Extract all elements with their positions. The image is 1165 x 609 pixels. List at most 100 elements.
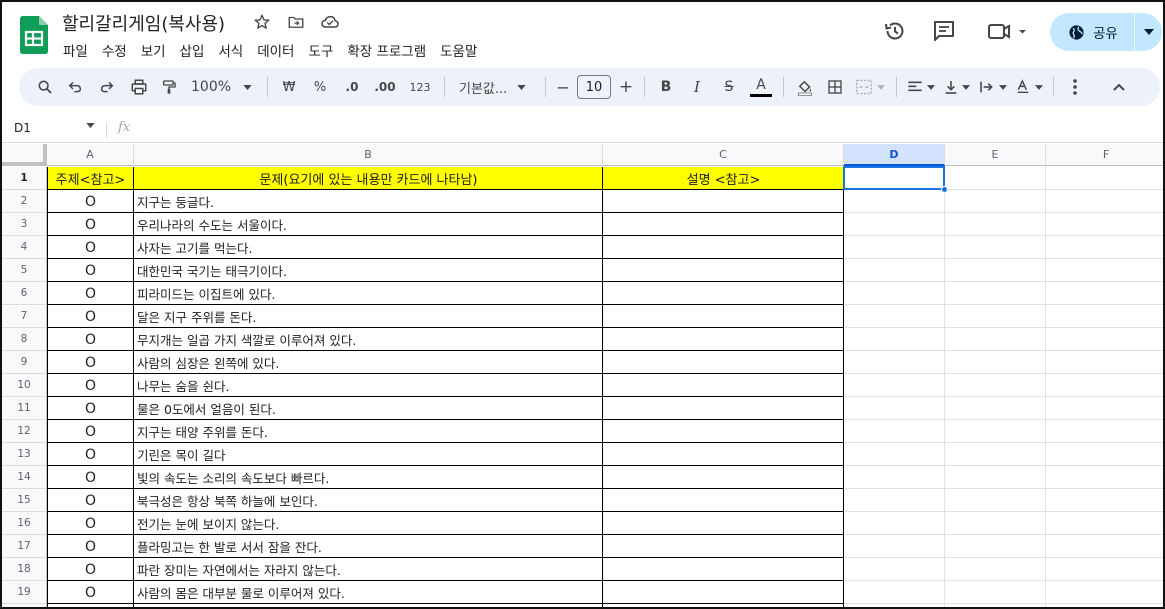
column-header-d[interactable]: D — [844, 144, 945, 166]
horizontal-align-icon[interactable] — [903, 73, 939, 101]
share-button[interactable]: 공유 — [1050, 13, 1162, 51]
cell-explanation[interactable] — [603, 351, 844, 374]
row-header-9[interactable]: 9 — [2, 351, 47, 374]
font-select[interactable]: 기본값... — [451, 73, 539, 101]
row-header-4[interactable]: 4 — [2, 236, 47, 259]
row-header-17[interactable]: 17 — [2, 535, 47, 558]
italic-button[interactable]: I — [681, 73, 713, 101]
cell-question[interactable]: 우리나라의 수도는 서울이다. — [137, 213, 600, 236]
cell-question[interactable]: 사람의 몸은 대부분 물로 이루어져 있다. — [137, 581, 600, 604]
cell-question[interactable]: 나무는 숨을 쉰다. — [137, 374, 600, 397]
bold-button[interactable]: B — [651, 73, 681, 101]
cell-explanation[interactable] — [603, 535, 844, 558]
share-dropdown[interactable] — [1135, 13, 1162, 51]
cell-answer[interactable]: O — [47, 443, 134, 466]
cell-question[interactable]: 무지개는 일곱 가지 색깔로 이루어져 있다. — [137, 328, 600, 351]
caret-down-icon[interactable] — [86, 123, 95, 128]
menu-tools[interactable]: 도구 — [307, 39, 340, 61]
font-size-field[interactable]: 10 — [577, 75, 611, 99]
menu-format[interactable]: 서식 — [217, 39, 250, 61]
video-call-icon[interactable] — [986, 19, 1030, 43]
cell-answer[interactable]: O — [47, 213, 134, 236]
borders-icon[interactable] — [820, 73, 850, 101]
cell-explanation[interactable] — [603, 466, 844, 489]
cell-explanation[interactable] — [603, 489, 844, 512]
cell-answer[interactable]: O — [47, 558, 134, 581]
star-icon[interactable] — [252, 12, 272, 32]
cell-answer[interactable]: O — [47, 420, 134, 443]
cell-question[interactable]: 빛의 속도는 소리의 속도보다 빠르다. — [137, 466, 600, 489]
cell-explanation[interactable] — [603, 213, 844, 236]
cell-question[interactable]: 지구는 둥글다. — [137, 190, 600, 213]
document-title[interactable]: 할리갈리게임(복사용) — [62, 10, 225, 36]
text-rotation-icon[interactable] — [1011, 73, 1047, 101]
name-box[interactable]: D1 — [14, 121, 31, 135]
row-header-2[interactable]: 2 — [2, 190, 47, 213]
column-header-e[interactable]: E — [945, 144, 1046, 166]
cell-answer[interactable]: O — [47, 374, 134, 397]
row-header-5[interactable]: 5 — [2, 259, 47, 282]
paint-format-icon[interactable] — [155, 73, 183, 101]
cell-answer[interactable]: O — [47, 466, 134, 489]
column-header-c[interactable]: C — [603, 144, 844, 166]
strikethrough-button[interactable]: S — [713, 73, 745, 101]
text-wrap-icon[interactable] — [975, 73, 1011, 101]
cell-answer[interactable]: O — [47, 305, 134, 328]
active-cell-d1[interactable] — [843, 166, 945, 190]
column-header-a[interactable]: A — [47, 144, 134, 166]
select-all-corner[interactable] — [2, 144, 47, 166]
cell-question[interactable]: 파란 장미는 자연에서는 자라지 않는다. — [137, 558, 600, 581]
merge-cells-icon[interactable] — [850, 73, 890, 101]
undo-icon[interactable] — [59, 73, 91, 101]
row-header-10[interactable]: 10 — [2, 374, 47, 397]
row-header-12[interactable]: 12 — [2, 420, 47, 443]
row-header-14[interactable]: 14 — [2, 466, 47, 489]
cell-question[interactable]: 북극성은 항상 북쪽 하늘에 보인다. — [137, 489, 600, 512]
row-header-19[interactable]: 19 — [2, 581, 47, 604]
cell-explanation[interactable] — [603, 236, 844, 259]
row-header-3[interactable]: 3 — [2, 213, 47, 236]
row-header-20[interactable] — [2, 604, 47, 607]
row-header-18[interactable]: 18 — [2, 558, 47, 581]
cell-answer[interactable]: O — [47, 535, 134, 558]
menu-extensions[interactable]: 확장 프로그램 — [346, 39, 433, 61]
comments-icon[interactable] — [932, 19, 956, 43]
header-cell-a[interactable]: 주제<참고> — [47, 167, 134, 190]
cell-question[interactable]: 사자는 고기를 먹는다. — [137, 236, 600, 259]
cell-answer[interactable]: O — [47, 489, 134, 512]
format-percent-button[interactable]: % — [304, 73, 336, 101]
cell-answer[interactable]: O — [47, 581, 134, 604]
font-size-increase-button[interactable]: + — [614, 73, 638, 101]
more-formats-button[interactable]: 123 — [402, 73, 438, 101]
cell-explanation[interactable] — [603, 420, 844, 443]
row-header-8[interactable]: 8 — [2, 328, 47, 351]
menu-insert[interactable]: 삽입 — [179, 39, 212, 61]
move-to-folder-icon[interactable] — [286, 12, 306, 32]
vertical-align-icon[interactable] — [939, 73, 975, 101]
print-icon[interactable] — [123, 73, 155, 101]
collapse-toolbar-icon[interactable] — [1104, 73, 1134, 101]
cell-question[interactable]: 달은 지구 주위를 돈다. — [137, 305, 600, 328]
decrease-decimal-button[interactable]: .0 — [336, 73, 368, 101]
row-header-7[interactable]: 7 — [2, 305, 47, 328]
cell-explanation[interactable] — [603, 259, 844, 282]
cell-answer[interactable]: O — [47, 190, 134, 213]
row-header-13[interactable]: 13 — [2, 443, 47, 466]
search-menus-icon[interactable] — [33, 73, 57, 101]
redo-icon[interactable] — [91, 73, 123, 101]
menu-view[interactable]: 보기 — [140, 39, 173, 61]
cell-explanation[interactable] — [603, 512, 844, 535]
cell-answer[interactable]: O — [47, 328, 134, 351]
row-header-11[interactable]: 11 — [2, 397, 47, 420]
menu-help[interactable]: 도움말 — [439, 39, 484, 61]
cell-explanation[interactable] — [603, 397, 844, 420]
menu-file[interactable]: 파일 — [62, 39, 95, 61]
cell-explanation[interactable] — [603, 305, 844, 328]
font-size-decrease-button[interactable]: − — [552, 73, 574, 101]
cell-question[interactable]: 플라밍고는 한 발로 서서 잠을 잔다. — [137, 535, 600, 558]
cell-explanation[interactable] — [603, 328, 844, 351]
cell-answer[interactable]: O — [47, 397, 134, 420]
share-main[interactable]: 공유 — [1050, 13, 1134, 51]
sheets-logo-icon[interactable] — [20, 16, 48, 54]
cell-question[interactable]: 피라미드는 이집트에 있다. — [137, 282, 600, 305]
